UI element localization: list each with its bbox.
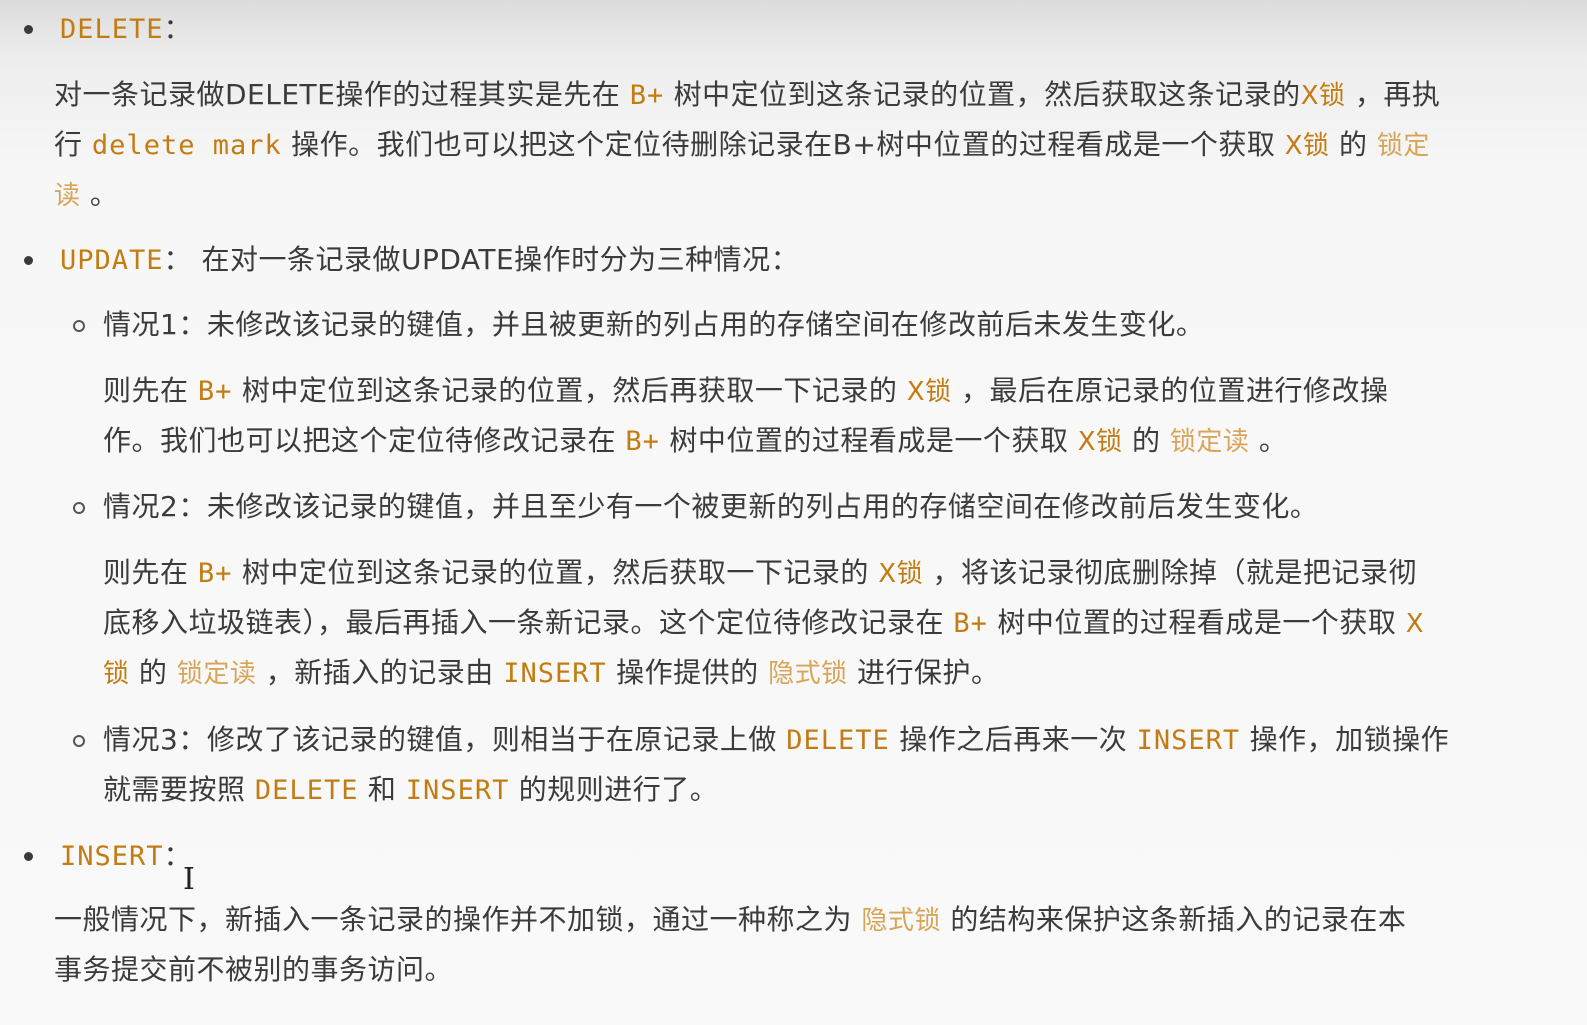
update-intro: ： 在对一条记录做UPDATE操作时分为三种情况：	[163, 243, 800, 276]
bullet-update	[24, 256, 33, 265]
term-implicit-lock: 隐式锁	[768, 659, 848, 689]
term-x-lock: X锁	[878, 559, 924, 589]
case3-line-1: 情况3：修改了该记录的键值，则相当于在原记录上做 DELETE 操作之后再来一次…	[103, 720, 1449, 761]
text-run: 操作。我们也可以把这个定位待删除记录在B+树中位置的过程看成是一个获取	[291, 128, 1276, 161]
text-cursor-icon: I	[183, 862, 195, 897]
insert-para-line-2: 事务提交前不被别的事务访问。	[54, 950, 453, 990]
text-run: 。	[89, 178, 119, 211]
code-delete: DELETE	[786, 725, 890, 756]
text-run: ，最后在原记录的位置进行修改操	[960, 374, 1389, 407]
text-run: 的规则进行了。	[518, 773, 719, 806]
text-run: ，将该记录彻底删除掉（就是把记录彻	[932, 556, 1417, 589]
code-bplus: B+	[197, 558, 233, 589]
code-insert: INSERT	[1136, 725, 1241, 756]
bullet-insert	[24, 852, 33, 861]
term-x-lock-tail: 锁	[103, 659, 130, 689]
text-run: 操作，加锁操作	[1249, 723, 1450, 756]
text-run: 树中位置的过程看成是一个获取	[669, 424, 1069, 457]
delete-para-line-2: 行 delete mark 操作。我们也可以把这个定位待删除记录在B+树中位置的…	[54, 125, 1430, 166]
term-implicit-lock: 隐式锁	[861, 906, 941, 936]
code-insert: INSERT	[405, 775, 510, 806]
term-x-lock: X锁	[1077, 427, 1123, 457]
term-x-lock: X锁	[906, 377, 952, 407]
delete-para-line-1: 对一条记录做DELETE操作的过程其实是先在 B+ 树中定位到这条记录的位置，然…	[54, 75, 1440, 116]
text-run: 操作之后再来一次	[899, 723, 1128, 756]
text-run: 对一条记录做DELETE操作的过程其实是先在	[54, 78, 621, 111]
sub-bullet-case3	[73, 735, 85, 747]
text-run: 树中位置的过程看成是一个获取	[997, 606, 1397, 639]
term-locking-read: 锁定	[1376, 131, 1430, 161]
text-run: 底移入垃圾链表），最后再插入一条新记录。这个定位待修改记录在	[103, 606, 945, 639]
text-run: 树中定位到这条记录的位置，然后获取这条记录的	[673, 78, 1301, 111]
code-delete: DELETE	[254, 775, 359, 806]
text-run: ，再执	[1354, 78, 1441, 111]
case2-line-3: 锁 的 锁定读 ，新插入的记录由 INSERT 操作提供的 隐式锁 进行保护。	[103, 653, 1000, 694]
text-run: 进行保护。	[856, 656, 1000, 689]
text-run: 情况2：未修改该记录的键值，并且至少有一个被更新的列占用的存储空间在修改前后发生…	[103, 490, 1319, 523]
delete-para-line-3: 读 。	[54, 175, 118, 216]
text-run: 情况1：未修改该记录的键值，并且被更新的列占用的存储空间在修改前后未发生变化。	[103, 308, 1205, 341]
update-keyword: UPDATE	[60, 245, 164, 276]
case1-title: 情况1：未修改该记录的键值，并且被更新的列占用的存储空间在修改前后未发生变化。	[103, 305, 1204, 345]
code-bplus: B+	[629, 80, 665, 111]
sub-bullet-case2	[73, 502, 85, 514]
case1-line-1: 则先在 B+ 树中定位到这条记录的位置，然后再获取一下记录的 X锁 ，最后在原记…	[103, 371, 1389, 412]
case2-line-2: 底移入垃圾链表），最后再插入一条新记录。这个定位待修改记录在 B+ 树中位置的过…	[103, 603, 1424, 644]
code-delete-mark: delete mark	[91, 130, 282, 161]
case3-line-2: 就需要按照 DELETE 和 INSERT 的规则进行了。	[103, 770, 718, 811]
code-bplus: B+	[953, 608, 988, 639]
case1-line-2: 作。我们也可以把这个定位待修改记录在 B+ 树中位置的过程看成是一个获取 X锁 …	[103, 421, 1287, 462]
text-run: 的	[1338, 128, 1368, 161]
term-x-lock: X	[1405, 609, 1425, 639]
text-run: 则先在	[103, 556, 189, 589]
text-run: 一般情况下，新插入一条记录的操作并不加锁，通过一种称之为	[54, 903, 853, 936]
code-bplus: B+	[625, 426, 660, 457]
text-run: 和	[367, 773, 397, 806]
sub-bullet-case1	[73, 320, 85, 332]
code-insert: INSERT	[503, 658, 607, 689]
text-run: 作。我们也可以把这个定位待修改记录在	[103, 424, 617, 457]
document-body: DELETE： 对一条记录做DELETE操作的过程其实是先在 B+ 树中定位到这…	[0, 0, 1587, 1025]
text-run: 树中定位到这条记录的位置，然后再获取一下记录的	[241, 374, 898, 407]
case2-title: 情况2：未修改该记录的键值，并且至少有一个被更新的列占用的存储空间在修改前后发生…	[103, 487, 1318, 527]
delete-keyword: DELETE	[60, 14, 164, 45]
insert-para-line-1: 一般情况下，新插入一条记录的操作并不加锁，通过一种称之为 隐式锁 的结构来保护这…	[54, 900, 1406, 941]
text-run: 行	[54, 128, 83, 161]
term-locking-read-tail: 读	[54, 181, 81, 211]
text-run: 树中定位到这条记录的位置，然后获取一下记录的	[241, 556, 869, 589]
bullet-delete	[24, 25, 33, 34]
delete-heading: DELETE：	[60, 9, 192, 50]
term-locking-read: 锁定读	[176, 659, 257, 689]
insert-keyword: INSERT	[60, 841, 164, 872]
insert-heading: INSERT：	[60, 836, 192, 877]
text-run: 情况3：修改了该记录的键值，则相当于在原记录上做	[103, 723, 777, 756]
text-run: 的结构来保护这条新插入的记录在本	[950, 903, 1407, 936]
text-run: 则先在	[103, 374, 189, 407]
text-run: 操作提供的	[616, 656, 759, 689]
code-bplus: B+	[197, 376, 233, 407]
term-x-lock: X锁	[1284, 131, 1330, 161]
term-x-lock: X锁	[1300, 81, 1346, 111]
term-locking-read: 锁定读	[1169, 427, 1250, 457]
text-run: 的	[138, 656, 168, 689]
text-run: 的	[1131, 424, 1161, 457]
text-run: ，新插入的记录由	[265, 656, 494, 689]
text-run: 事务提交前不被别的事务访问。	[54, 953, 454, 986]
case2-line-1: 则先在 B+ 树中定位到这条记录的位置，然后获取一下记录的 X锁 ，将该记录彻底…	[103, 553, 1417, 594]
text-run: 。	[1258, 424, 1288, 457]
text-run: 就需要按照	[103, 773, 246, 806]
delete-colon: ：	[163, 12, 193, 45]
update-heading: UPDATE： 在对一条记录做UPDATE操作时分为三种情况：	[60, 240, 799, 281]
